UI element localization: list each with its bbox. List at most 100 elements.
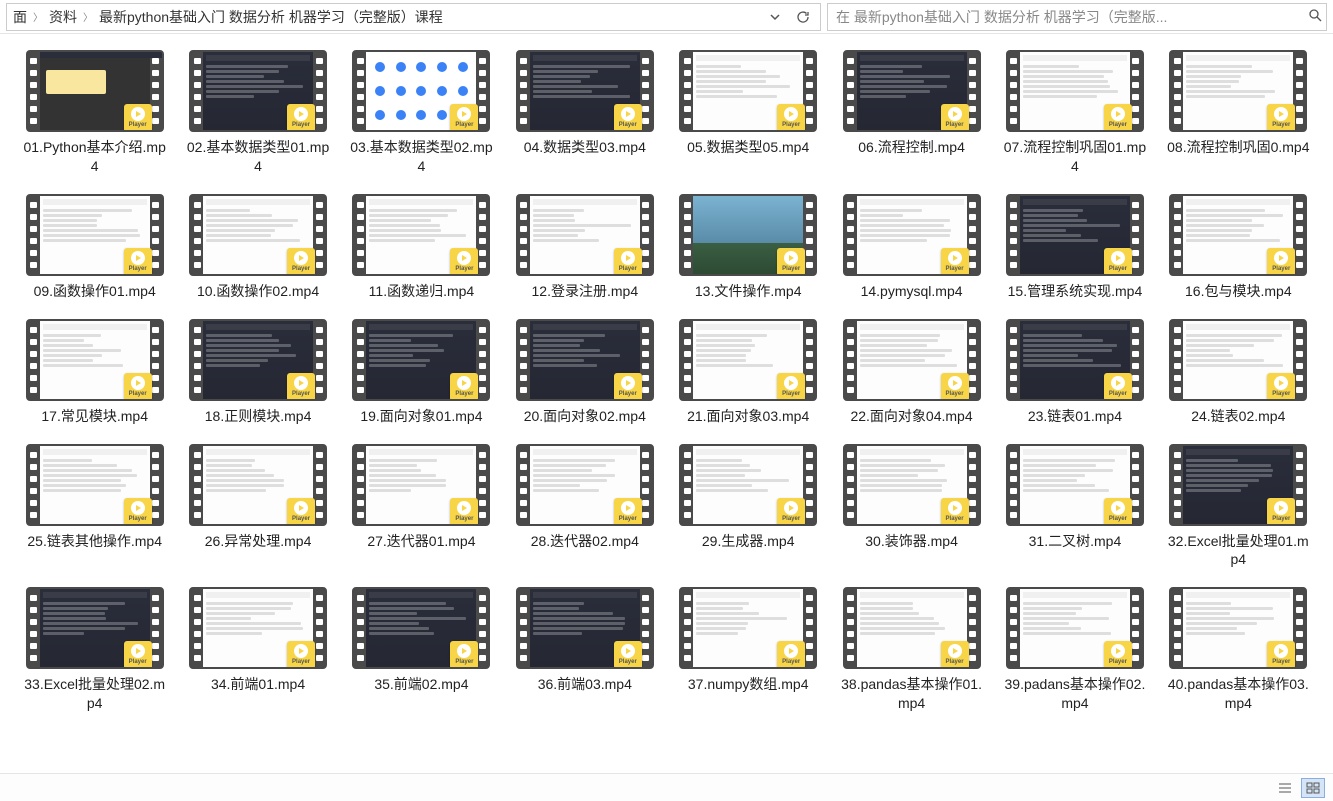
- file-item[interactable]: Player37.numpy数组.mp4: [674, 587, 823, 713]
- breadcrumb-crumb-0[interactable]: 面: [13, 7, 27, 27]
- file-item[interactable]: Player19.面向对象01.mp4: [347, 319, 496, 426]
- video-thumbnail[interactable]: Player: [679, 319, 817, 401]
- video-thumbnail[interactable]: Player: [26, 194, 164, 276]
- video-thumbnail[interactable]: Player: [189, 319, 327, 401]
- view-thumbnails-button[interactable]: [1301, 778, 1325, 798]
- film-strip-icon: [1171, 196, 1183, 274]
- file-item[interactable]: Player26.异常处理.mp4: [183, 444, 332, 570]
- file-item[interactable]: Player11.函数递归.mp4: [347, 194, 496, 301]
- video-thumbnail[interactable]: Player: [26, 587, 164, 669]
- file-item[interactable]: Player25.链表其他操作.mp4: [20, 444, 169, 570]
- search-icon[interactable]: [1308, 8, 1322, 25]
- file-item[interactable]: Player05.数据类型05.mp4: [674, 50, 823, 176]
- file-item[interactable]: Player21.面向对象03.mp4: [674, 319, 823, 426]
- video-thumbnail[interactable]: Player: [352, 444, 490, 526]
- video-thumbnail[interactable]: Player: [352, 194, 490, 276]
- film-strip-icon: [1171, 446, 1183, 524]
- search-input[interactable]: [836, 9, 1302, 25]
- breadcrumb-dropdown-button[interactable]: [764, 6, 786, 28]
- video-thumbnail[interactable]: Player: [516, 587, 654, 669]
- breadcrumb-crumb-2[interactable]: 最新python基础入门 数据分析 机器学习（完整版）课程: [99, 7, 443, 27]
- video-thumbnail[interactable]: Player: [516, 444, 654, 526]
- file-item[interactable]: Player07.流程控制巩固01.mp4: [1000, 50, 1149, 176]
- video-thumbnail[interactable]: Player: [1006, 194, 1144, 276]
- file-name-label: 20.面向对象02.mp4: [524, 407, 646, 426]
- file-item[interactable]: Player23.链表01.mp4: [1000, 319, 1149, 426]
- file-item[interactable]: Player 20.面向对象02.mp4: [510, 319, 659, 426]
- video-thumbnail[interactable]: Player: [352, 319, 490, 401]
- file-item[interactable]: Player24.链表02.mp4: [1164, 319, 1313, 426]
- file-item[interactable]: Player28.迭代器02.mp4: [510, 444, 659, 570]
- refresh-button[interactable]: [792, 6, 814, 28]
- file-item[interactable]: Player16.包与模块.mp4: [1164, 194, 1313, 301]
- file-item[interactable]: Player13.文件操作.mp4: [674, 194, 823, 301]
- film-strip-icon: [518, 321, 530, 399]
- file-item[interactable]: Player15.管理系统实现.mp4: [1000, 194, 1149, 301]
- file-item[interactable]: Player12.登录注册.mp4: [510, 194, 659, 301]
- video-thumbnail[interactable]: Player: [1169, 50, 1307, 132]
- video-thumbnail[interactable]: Player: [26, 444, 164, 526]
- video-thumbnail[interactable]: Player: [679, 587, 817, 669]
- file-item[interactable]: Player33.Excel批量处理02.mp4: [20, 587, 169, 713]
- file-item[interactable]: Player30.装饰器.mp4: [837, 444, 986, 570]
- video-thumbnail[interactable]: Player: [1169, 587, 1307, 669]
- video-thumbnail[interactable]: Player: [352, 50, 490, 132]
- video-thumbnail[interactable]: Player: [1169, 194, 1307, 276]
- video-thumbnail[interactable]: Player: [1006, 587, 1144, 669]
- view-details-button[interactable]: [1273, 778, 1297, 798]
- file-item[interactable]: Player02.基本数据类型01.mp4: [183, 50, 332, 176]
- video-thumbnail[interactable]: Player: [189, 587, 327, 669]
- video-thumbnail[interactable]: Player: [352, 587, 490, 669]
- file-item[interactable]: Player04.数据类型03.mp4: [510, 50, 659, 176]
- file-item[interactable]: Player18.正则模块.mp4: [183, 319, 332, 426]
- video-thumbnail[interactable]: Player: [843, 587, 981, 669]
- video-thumbnail[interactable]: Player: [679, 194, 817, 276]
- file-item[interactable]: Player35.前端02.mp4: [347, 587, 496, 713]
- file-item[interactable]: Player10.函数操作02.mp4: [183, 194, 332, 301]
- video-thumbnail[interactable]: Player: [516, 50, 654, 132]
- video-thumbnail[interactable]: Player: [843, 194, 981, 276]
- video-thumbnail[interactable]: Player: [1169, 319, 1307, 401]
- file-item[interactable]: Player40.pandas基本操作03.mp4: [1164, 587, 1313, 713]
- video-thumbnail[interactable]: Player: [679, 50, 817, 132]
- file-item[interactable]: Player36.前端03.mp4: [510, 587, 659, 713]
- file-item[interactable]: Player 06.流程控制.mp4: [837, 50, 986, 176]
- video-thumbnail[interactable]: Player: [1006, 319, 1144, 401]
- video-thumbnail[interactable]: Player: [679, 444, 817, 526]
- file-item[interactable]: Player22.面向对象04.mp4: [837, 319, 986, 426]
- file-item[interactable]: Player32.Excel批量处理01.mp4: [1164, 444, 1313, 570]
- file-item[interactable]: Player31.二叉树.mp4: [1000, 444, 1149, 570]
- file-item[interactable]: Player39.padans基本操作02.mp4: [1000, 587, 1149, 713]
- video-thumbnail[interactable]: Player: [843, 444, 981, 526]
- video-thumbnail[interactable]: Player: [189, 194, 327, 276]
- video-thumbnail[interactable]: Player: [26, 319, 164, 401]
- file-item[interactable]: Player03.基本数据类型02.mp4: [347, 50, 496, 176]
- video-thumbnail[interactable]: Player: [189, 444, 327, 526]
- search-box[interactable]: [827, 3, 1327, 31]
- file-item[interactable]: Player14.pymysql.mp4: [837, 194, 986, 301]
- file-item[interactable]: Player08.流程控制巩固0.mp4: [1164, 50, 1313, 176]
- file-name-label: 06.流程控制.mp4: [858, 138, 965, 157]
- video-thumbnail[interactable]: Player: [1169, 444, 1307, 526]
- breadcrumb[interactable]: 面 〉 资料 〉 最新python基础入门 数据分析 机器学习（完整版）课程: [6, 3, 821, 31]
- file-item[interactable]: Player38.pandas基本操作01.mp4: [837, 587, 986, 713]
- video-thumbnail[interactable]: Player: [189, 50, 327, 132]
- video-thumbnail[interactable]: Player: [843, 319, 981, 401]
- video-thumbnail[interactable]: Player: [26, 50, 164, 132]
- file-item[interactable]: Player29.生成器.mp4: [674, 444, 823, 570]
- file-item[interactable]: Player09.函数操作01.mp4: [20, 194, 169, 301]
- video-thumbnail[interactable]: Player: [843, 50, 981, 132]
- file-item[interactable]: Player17.常见模块.mp4: [20, 319, 169, 426]
- breadcrumb-crumb-1[interactable]: 资料: [49, 7, 77, 27]
- player-badge-icon: Player: [1267, 641, 1295, 669]
- video-thumbnail[interactable]: Player: [516, 319, 654, 401]
- file-item[interactable]: Player27.迭代器01.mp4: [347, 444, 496, 570]
- film-strip-icon: [1008, 52, 1020, 130]
- file-item[interactable]: Player01.Python基本介绍.mp4: [20, 50, 169, 176]
- film-strip-icon: [518, 52, 530, 130]
- video-thumbnail[interactable]: Player: [1006, 444, 1144, 526]
- file-item[interactable]: Player34.前端01.mp4: [183, 587, 332, 713]
- film-strip-icon: [845, 446, 857, 524]
- video-thumbnail[interactable]: Player: [1006, 50, 1144, 132]
- video-thumbnail[interactable]: Player: [516, 194, 654, 276]
